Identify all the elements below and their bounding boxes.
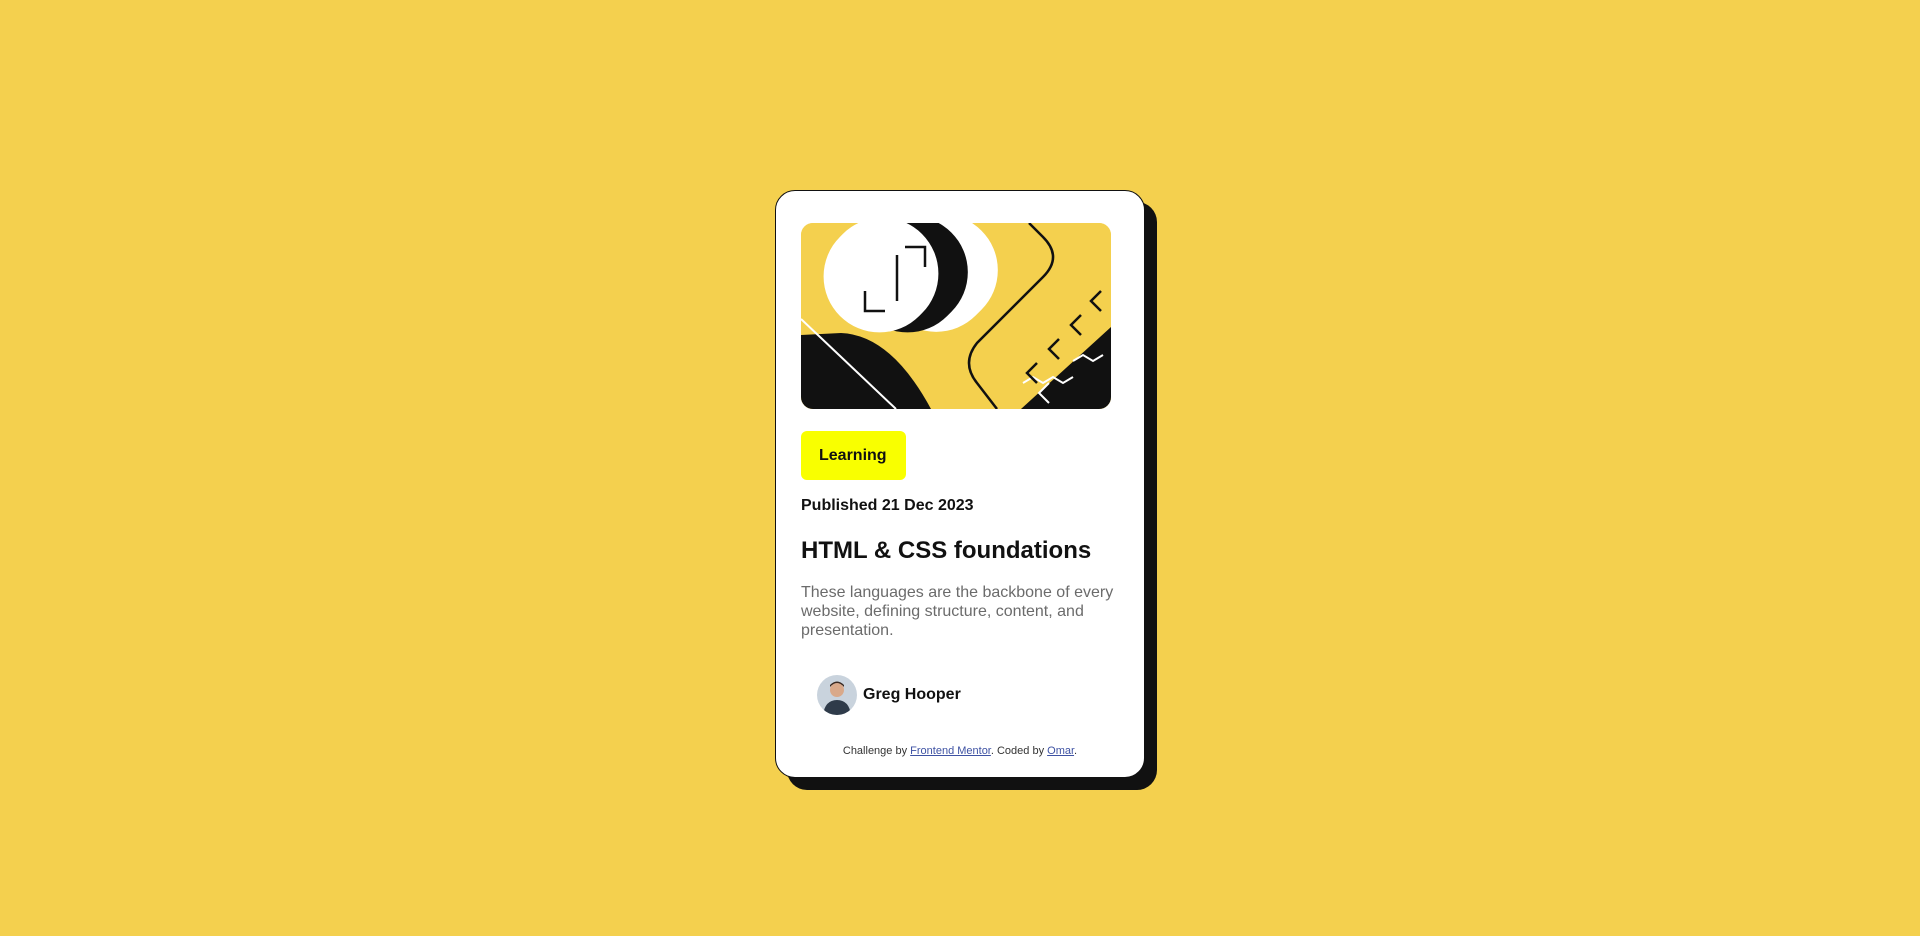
blog-preview-card: Learning Published 21 Dec 2023 HTML & CS… — [775, 190, 1145, 778]
author-row: Greg Hooper — [817, 675, 1114, 715]
author-name: Greg Hooper — [863, 686, 961, 703]
attribution-middle: . Coded by — [990, 745, 1048, 757]
page-background: Learning Published 21 Dec 2023 HTML & CS… — [0, 0, 1920, 936]
person-portrait-icon — [817, 675, 857, 715]
category-tag[interactable]: Learning — [801, 431, 906, 480]
card-title[interactable]: HTML & CSS foundations — [801, 536, 1114, 566]
published-date: Published 21 Dec 2023 — [801, 497, 974, 514]
author-link[interactable]: Omar — [1047, 745, 1074, 757]
frontend-mentor-link[interactable]: Frontend Mentor — [910, 745, 991, 757]
attribution-prefix: Challenge by — [842, 745, 911, 757]
attribution-suffix: . — [1074, 745, 1078, 757]
avatar — [817, 675, 857, 715]
illustration-icon — [801, 223, 1111, 409]
card-description: These languages are the backbone of ever… — [801, 584, 1114, 639]
attribution: Challenge by Frontend Mentor. Coded by O… — [776, 745, 1144, 757]
hero-illustration — [801, 223, 1111, 409]
